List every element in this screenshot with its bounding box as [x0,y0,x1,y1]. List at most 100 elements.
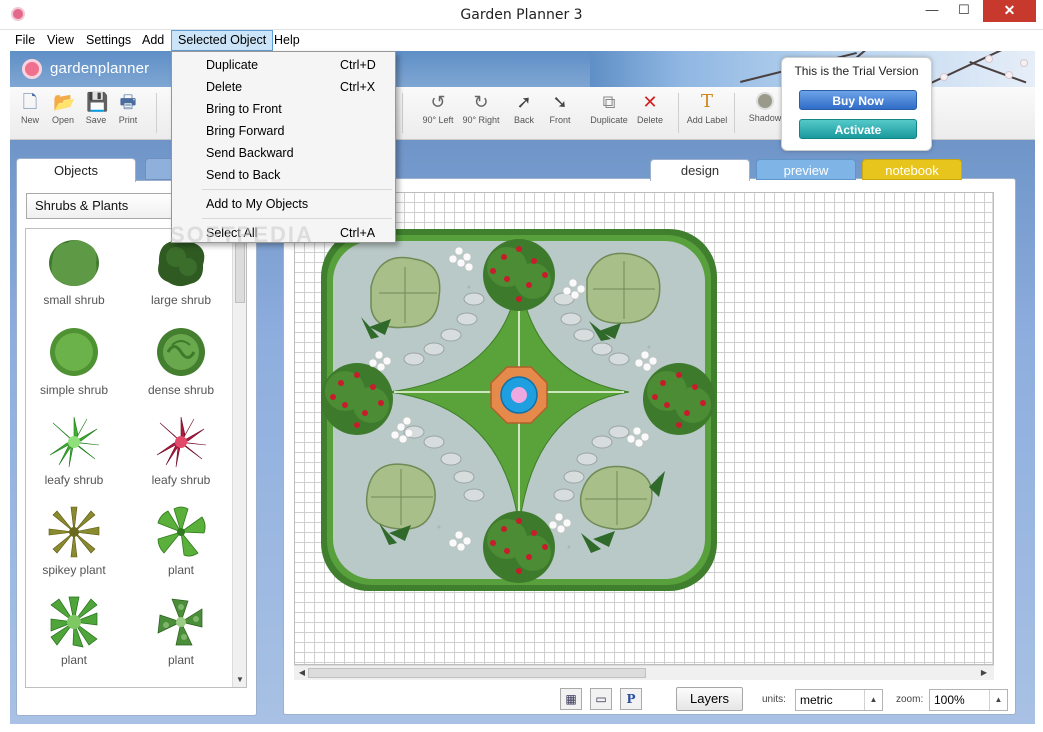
selected-object-menu: Duplicate Ctrl+D Delete Ctrl+X Bring to … [171,51,396,243]
shortcut-delete: Ctrl+X [340,80,376,94]
menu-view[interactable]: View [41,30,80,51]
ruler-toggle-icon[interactable]: ▭ [590,688,612,710]
shortcut-select-all: Ctrl+A [340,226,376,240]
menu-item-send-to-back[interactable]: Send to Back [206,168,280,182]
plant-item[interactable]: plant [26,595,124,667]
plant-star-icon [157,506,206,557]
buy-now-button[interactable]: Buy Now [799,90,917,110]
scroll-right-arrow-icon[interactable]: ▶ [978,668,990,677]
scroll-down-arrow-icon[interactable]: ▼ [993,653,994,662]
small-shrub-icon [49,240,99,286]
title-bar: Garden Planner 3 — ☐ ✕ [0,0,1043,30]
canvas-vertical-scrollbar[interactable]: ▲ ▼ [992,193,994,664]
menu-selected-object[interactable]: Selected Object [171,30,274,51]
rotate-left-icon: ↺ [430,92,446,112]
canvas-horizontal-scrollbar[interactable]: ◀ ▶ [294,665,994,680]
window-title: Garden Planner 3 [460,7,583,23]
menu-item-delete[interactable]: Delete [206,80,242,94]
menu-item-send-backward[interactable]: Send Backward [206,146,294,160]
text-t-icon: T [700,91,713,112]
duplicate-icon: ⧉ [602,92,616,112]
leafy-shrub-red-icon [156,416,207,468]
new-file-icon: 🗋 [22,92,38,112]
flower-logo-icon [22,59,42,79]
trial-version-popup: This is the Trial Version Buy Now Activa… [781,57,932,151]
dense-shrub-icon [157,328,205,376]
shortcut-duplicate: Ctrl+D [340,58,376,72]
plant-list-scrollbar[interactable]: ▼ [232,229,246,687]
shadow-button[interactable]: Shadow [745,92,785,123]
rotate-right-icon: ↻ [473,92,489,112]
menu-help[interactable]: Help [268,30,306,51]
rotate-left-button[interactable]: ↺ 90° Left [415,92,461,125]
plant-info-icon[interactable]: P [620,688,642,710]
plant-item[interactable]: small shrub [26,235,124,307]
back-arrow-icon: ➚ [516,92,532,112]
layers-button[interactable]: Layers [676,687,743,711]
maximize-button[interactable]: ☐ [949,0,979,22]
menu-item-bring-forward[interactable]: Bring Forward [206,124,285,138]
menu-file[interactable]: File [9,30,41,51]
canvas-h-scroll-thumb[interactable] [308,668,646,678]
plant-list: small shrub large shrub simple shrub den… [25,228,247,688]
delete-button[interactable]: ✕ Delete [630,92,670,125]
plant-item[interactable]: simple shrub [26,325,124,397]
units-label: units: [762,694,786,705]
plant-item[interactable]: dense shrub [131,325,231,397]
menu-item-duplicate[interactable]: Duplicate [206,58,258,72]
shadow-icon [756,92,774,110]
menu-settings[interactable]: Settings [80,30,137,51]
close-button[interactable]: ✕ [983,0,1036,22]
trial-message: This is the Trial Version [794,64,919,78]
menu-item-add-to-my-objects[interactable]: Add to My Objects [206,197,308,211]
grid-toggle-icon[interactable]: ▦ [560,688,582,710]
plant-item[interactable]: plant [131,505,231,577]
watermark: SOFTPEDIA [170,222,314,247]
menu-add[interactable]: Add [136,30,170,51]
plant-item[interactable]: leafy shrub [131,415,231,487]
menu-separator [202,189,392,190]
duplicate-button[interactable]: ⧉ Duplicate [586,92,632,125]
units-value: metric [800,693,833,707]
print-button[interactable]: 🖶 Print [108,92,148,125]
tab-design[interactable]: design [650,159,750,181]
tab-preview[interactable]: preview [756,159,856,180]
scroll-thumb[interactable] [235,241,245,303]
units-dropdown[interactable]: metric ▲ [795,689,883,711]
plant-item[interactable]: plant [131,595,231,667]
scroll-up-arrow-icon[interactable]: ▲ [993,195,994,204]
zoom-dropdown[interactable]: 100% ▲ [929,689,1008,711]
menu-item-bring-to-front[interactable]: Bring to Front [206,102,282,116]
design-canvas[interactable]: ▲ ▼ [294,192,994,665]
zoom-label: zoom: [896,694,924,705]
tab-objects[interactable]: Objects [16,158,136,182]
minimize-button[interactable]: — [917,0,947,22]
menu-bar: File View Settings Add Selected Object H… [0,30,1043,51]
menu-separator [202,218,392,219]
delete-x-icon: ✕ [642,92,658,112]
rotate-right-button[interactable]: ↻ 90° Right [458,92,504,125]
plant-fern-icon [157,598,203,646]
garden-design[interactable] [319,227,719,597]
plant-item[interactable]: leafy shrub [26,415,124,487]
tab-notebook[interactable]: notebook [862,159,962,180]
folder-icon: 📂 [53,92,76,112]
scroll-down-arrow-icon[interactable]: ▼ [234,675,246,684]
bring-front-button[interactable]: ➘ Front [540,92,580,125]
send-back-button[interactable]: ➚ Back [504,92,544,125]
front-arrow-icon: ➘ [552,92,568,112]
chevron-up-icon: ▲ [864,690,882,710]
zoom-value: 100% [934,693,965,707]
add-label-button[interactable]: T Add Label [684,91,730,126]
activate-button[interactable]: Activate [799,119,917,139]
simple-shrub-icon [50,328,98,376]
category-dropdown[interactable]: Shrubs & Plants [26,193,174,219]
leafy-shrub-green-icon [49,416,100,468]
spikey-plant-icon [48,506,100,558]
chevron-up-icon: ▲ [989,690,1007,710]
plant-item[interactable]: spikey plant [26,505,124,577]
plant-rosette-icon [50,596,98,648]
printer-icon: 🖶 [119,92,137,112]
scroll-left-arrow-icon[interactable]: ◀ [296,668,308,677]
save-icon: 💾 [86,92,109,112]
